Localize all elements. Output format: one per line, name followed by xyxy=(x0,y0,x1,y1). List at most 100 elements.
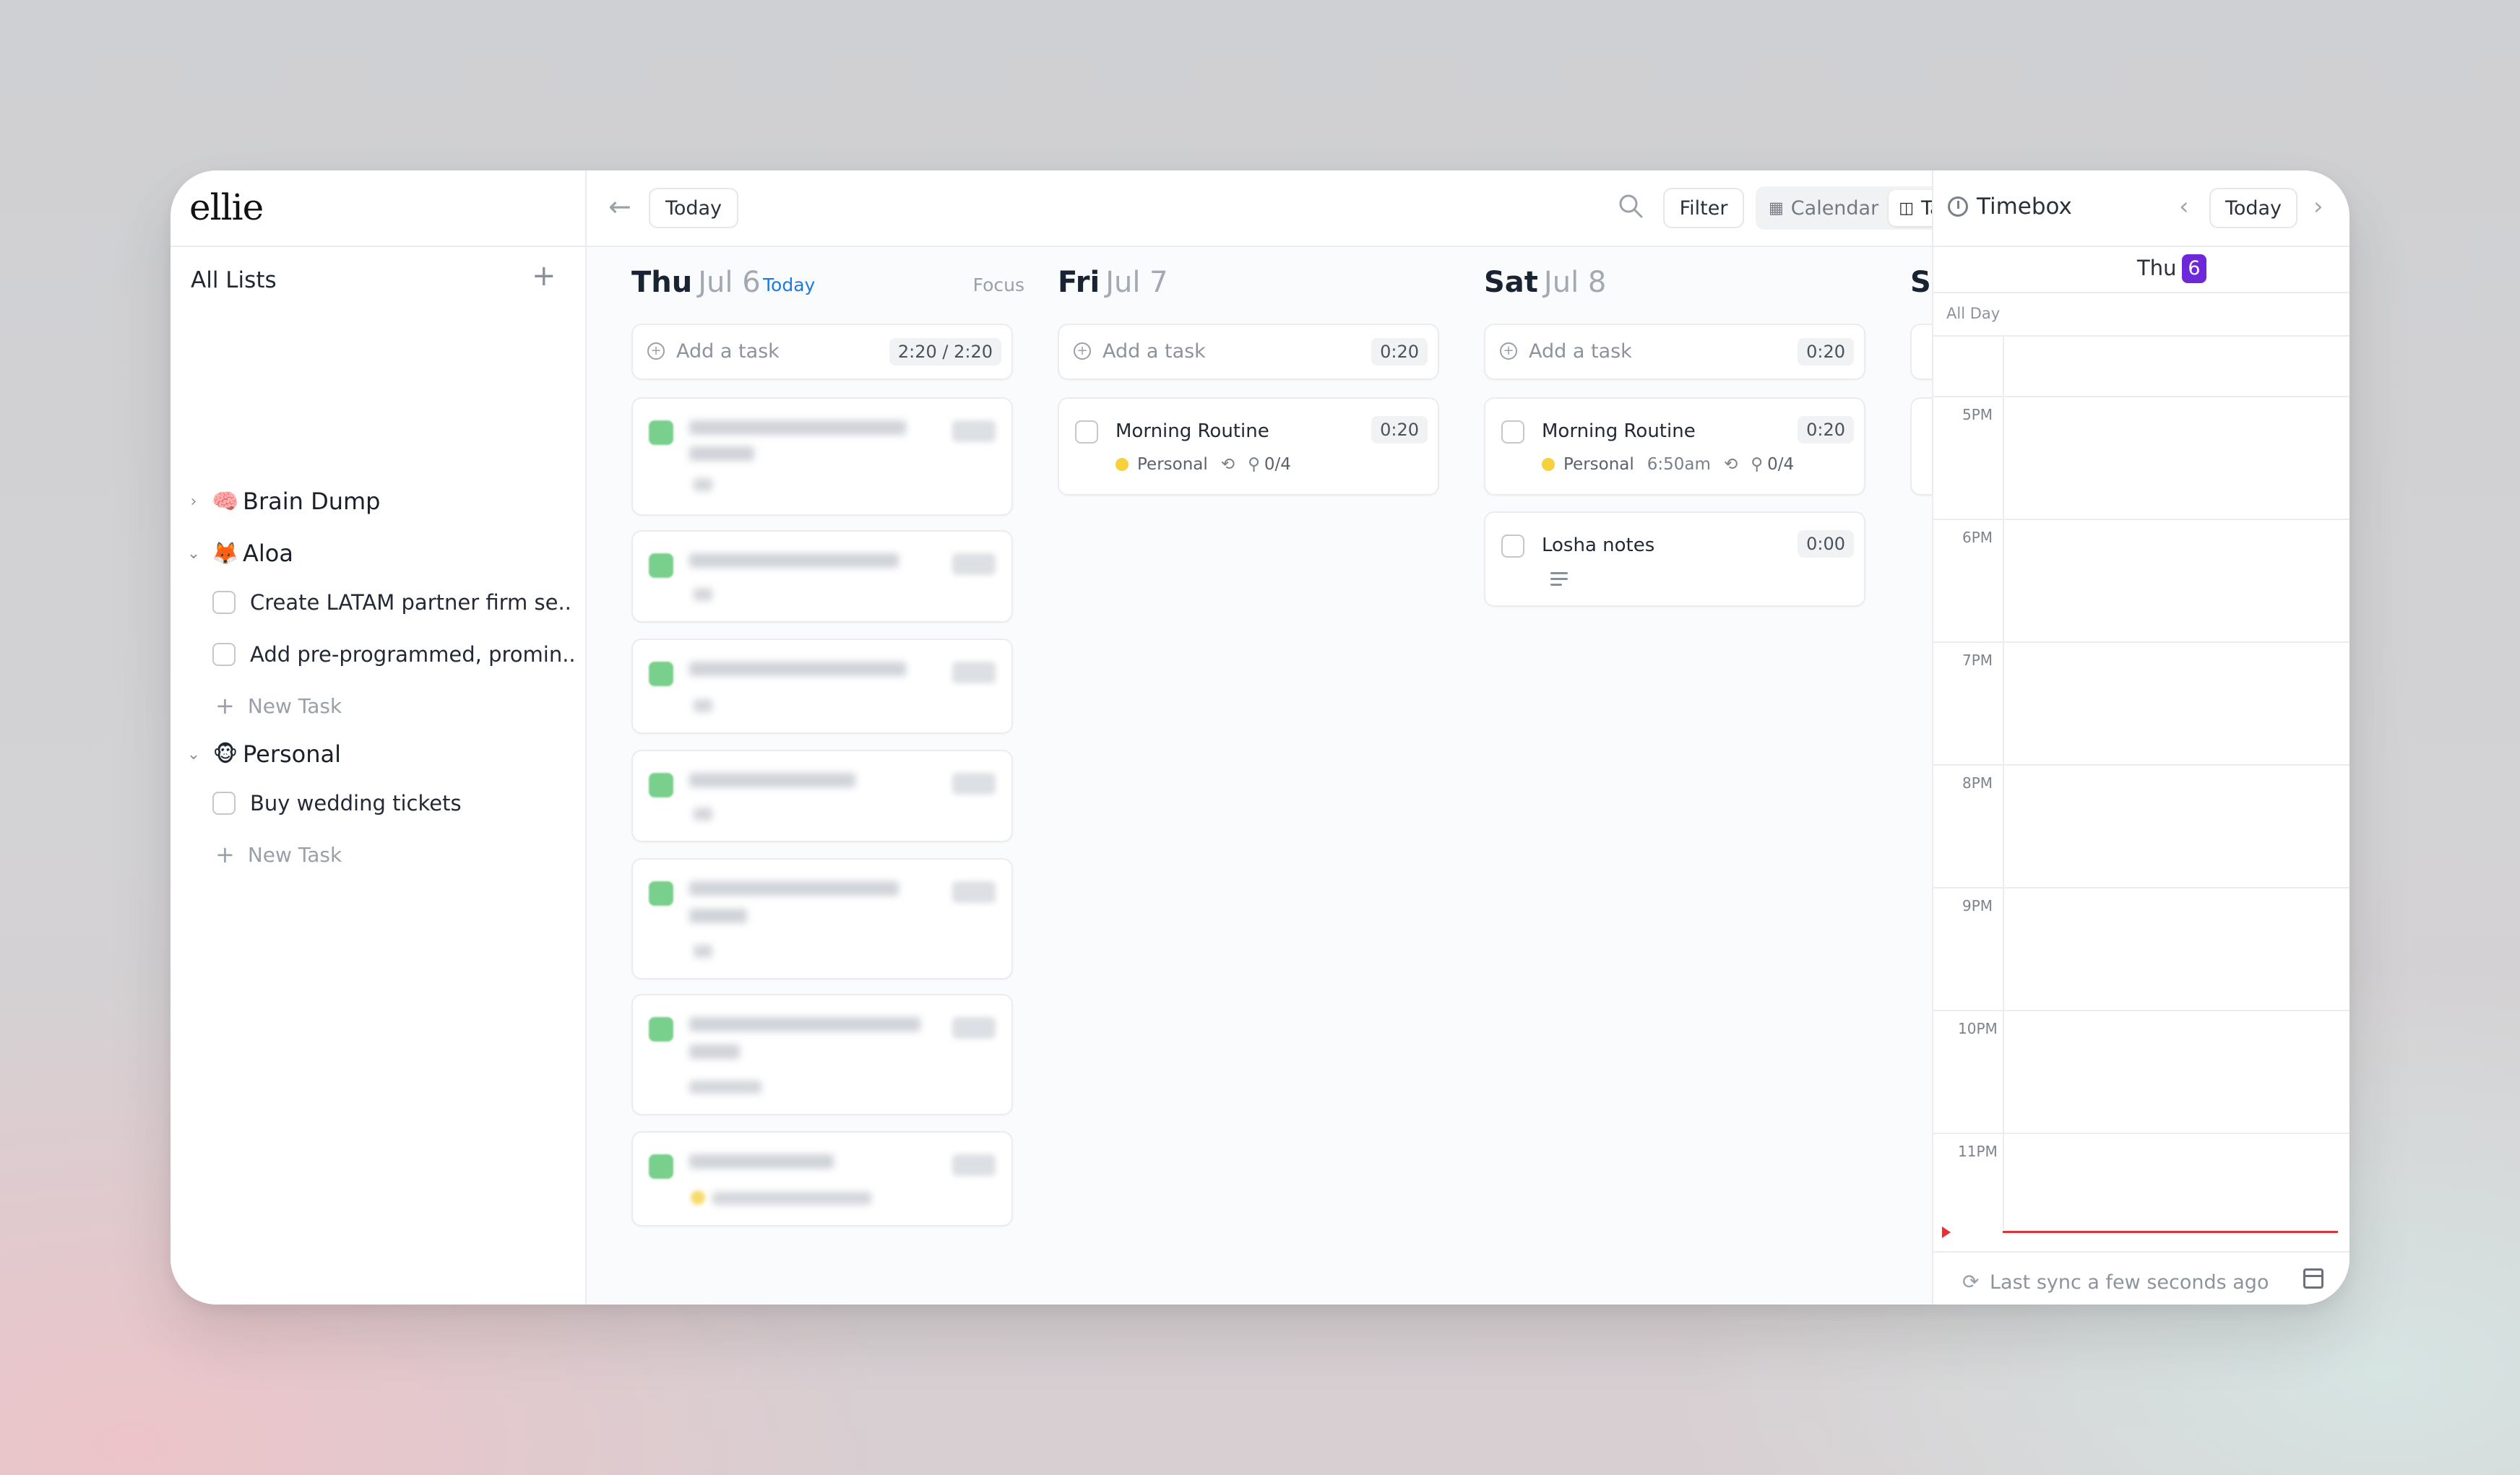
view-calendar[interactable]: ▦ Calendar xyxy=(1759,190,1889,226)
add-task-card[interactable] xyxy=(1910,324,1932,380)
task-title: Create LATAM partner firm se... xyxy=(250,590,574,615)
completed-checkbox[interactable] xyxy=(649,553,673,578)
hour-line xyxy=(1933,519,2349,520)
task-card[interactable]: Losha notes 0:00 xyxy=(1484,511,1865,607)
list-item[interactable]: Buy wedding tickets xyxy=(212,782,574,825)
focus-button[interactable]: Focus xyxy=(973,274,1024,295)
today-button[interactable]: Today xyxy=(649,188,738,228)
chevron-down-icon[interactable]: ⌄ xyxy=(185,745,202,764)
day-column-fri: Fri Jul 7 + Add a task 0:20 Morning Routi… xyxy=(1058,246,1462,1305)
task-time-chip[interactable]: 0:20 xyxy=(1371,416,1428,444)
add-circle-icon: + xyxy=(647,342,665,360)
sync-icon[interactable]: ⟳ xyxy=(1962,1270,1979,1294)
task-card[interactable]: Morning Routine 0:20 Personal 6:50am ⟲ ⚲… xyxy=(1484,397,1865,496)
chevron-down-icon[interactable]: ⌄ xyxy=(185,545,202,563)
task-title: Losha notes xyxy=(1542,535,1655,556)
list-name: Personal xyxy=(243,740,342,768)
current-time-marker xyxy=(1942,1227,1951,1238)
list-brain-dump[interactable]: › 🧠 Brain Dump xyxy=(171,478,585,524)
fox-icon: 🦊 xyxy=(212,540,239,566)
completed-checkbox[interactable] xyxy=(649,662,673,686)
subtask-count: 0/4 xyxy=(1264,455,1291,474)
list-name: Aloa xyxy=(243,540,293,567)
time-total-chip: 2:20 / 2:20 xyxy=(889,338,1001,365)
hour-label: 11PM xyxy=(1958,1143,1998,1160)
plus-icon[interactable]: + xyxy=(532,261,556,290)
filter-button[interactable]: Filter xyxy=(1663,188,1744,228)
add-task-label: Add a task xyxy=(1102,340,1206,363)
task-card-obscured[interactable] xyxy=(631,397,1013,516)
time-total-chip: 0:20 xyxy=(1798,338,1854,365)
task-checkbox[interactable] xyxy=(1075,420,1098,444)
task-time-chip[interactable]: 0:00 xyxy=(1798,530,1854,558)
all-day-label: All Day xyxy=(1946,305,2001,322)
day-title: Fri Jul 7 xyxy=(1058,266,1168,299)
brain-icon: 🧠 xyxy=(212,488,239,514)
repeat-icon: ⟲ xyxy=(1723,455,1738,474)
completed-checkbox[interactable] xyxy=(649,773,673,797)
list-name: Brain Dump xyxy=(243,488,381,515)
hour-line xyxy=(1933,396,2349,397)
hour-label: 5PM xyxy=(1962,406,1993,423)
task-card-obscured[interactable] xyxy=(631,530,1013,623)
day-of-week: Fri xyxy=(1058,266,1100,299)
chevron-left-icon[interactable]: ‹ xyxy=(2179,192,2189,221)
app-window: ellie All Lists + › 🧠 Brain Dump ⌄ 🦊 Alo… xyxy=(171,170,2349,1305)
task-checkbox[interactable] xyxy=(1501,535,1524,558)
timebox-today-button[interactable]: Today xyxy=(2209,188,2297,228)
task-checkbox[interactable] xyxy=(212,591,236,614)
task-title: Morning Routine xyxy=(1116,420,1269,442)
new-task-button[interactable]: + New Task xyxy=(215,836,342,873)
hour-line xyxy=(1933,764,2349,766)
completed-checkbox[interactable] xyxy=(649,881,673,906)
hour-line xyxy=(1933,887,2349,888)
task-card[interactable] xyxy=(1910,397,1932,496)
hour-label: 9PM xyxy=(1962,897,1993,914)
timebox-title: Timebox xyxy=(1977,194,2072,220)
time-gutter xyxy=(2003,335,2004,1229)
task-checkbox[interactable] xyxy=(1501,420,1524,444)
chevron-right-icon[interactable]: › xyxy=(2313,192,2323,221)
hour-label: 6PM xyxy=(1962,529,1993,546)
list-item[interactable]: Create LATAM partner firm se... xyxy=(212,581,574,624)
day-column-sun: Su xyxy=(1910,246,1932,1305)
list-color-dot xyxy=(1542,458,1555,471)
completed-checkbox[interactable] xyxy=(649,420,673,445)
completed-checkbox[interactable] xyxy=(649,1017,673,1042)
day-of-week: Thu xyxy=(631,266,693,299)
add-task-card[interactable]: + Add a task 0:20 xyxy=(1058,324,1439,380)
clock-icon xyxy=(1948,196,1968,217)
calendar-icon[interactable] xyxy=(2303,1268,2323,1289)
add-task-card[interactable]: + Add a task 2:20 / 2:20 xyxy=(631,324,1013,380)
add-task-card[interactable]: + Add a task 0:20 xyxy=(1484,324,1865,380)
time-total-chip: 0:20 xyxy=(1371,338,1428,365)
task-card-obscured[interactable] xyxy=(631,1131,1013,1227)
list-item[interactable]: Add pre-programmed, promin... xyxy=(212,633,574,676)
task-card-obscured[interactable] xyxy=(631,994,1013,1115)
completed-checkbox[interactable] xyxy=(649,1154,673,1179)
day-date: Jul 7 xyxy=(1105,266,1168,299)
day-column-sat: Sat Jul 8 + Add a task 0:20 Morning Routi… xyxy=(1484,246,1889,1305)
hour-label: 8PM xyxy=(1962,774,1993,792)
timebox-footer: ⟳ Last sync a few seconds ago xyxy=(1933,1251,2349,1305)
task-card[interactable]: Morning Routine 0:20 Personal ⟲ ⚲ 0/4 xyxy=(1058,397,1439,496)
search-icon[interactable] xyxy=(1617,192,1644,225)
arrow-left-icon[interactable]: ← xyxy=(608,192,631,221)
new-task-label: New Task xyxy=(247,693,342,718)
timebox-panel: Timebox ‹ Today › Thu 6 All Day 5PM 6PM … xyxy=(1932,170,2349,1305)
plus-icon: + xyxy=(215,841,235,868)
task-checkbox[interactable] xyxy=(212,792,236,815)
task-time-chip[interactable]: 0:20 xyxy=(1798,416,1854,444)
new-task-button[interactable]: + New Task xyxy=(215,688,342,724)
list-aloa[interactable]: ⌄ 🦊 Aloa xyxy=(171,530,585,576)
day-column-thu: Thu Jul 6 Today Focus + Add a task 2:20 /… xyxy=(631,246,1036,1305)
timebox-header: Timebox ‹ Today › xyxy=(1933,170,2349,247)
task-checkbox[interactable] xyxy=(212,643,236,666)
day-title: Thu Jul 6 xyxy=(631,266,761,299)
task-card-obscured[interactable] xyxy=(631,639,1013,734)
task-card-obscured[interactable] xyxy=(631,858,1013,979)
task-meta: Personal 6:50am ⟲ ⚲ 0/4 xyxy=(1542,455,1794,474)
chevron-right-icon[interactable]: › xyxy=(185,493,202,511)
list-personal[interactable]: ⌄ 🐵 Personal xyxy=(171,731,585,777)
task-card-obscured[interactable] xyxy=(631,750,1013,842)
